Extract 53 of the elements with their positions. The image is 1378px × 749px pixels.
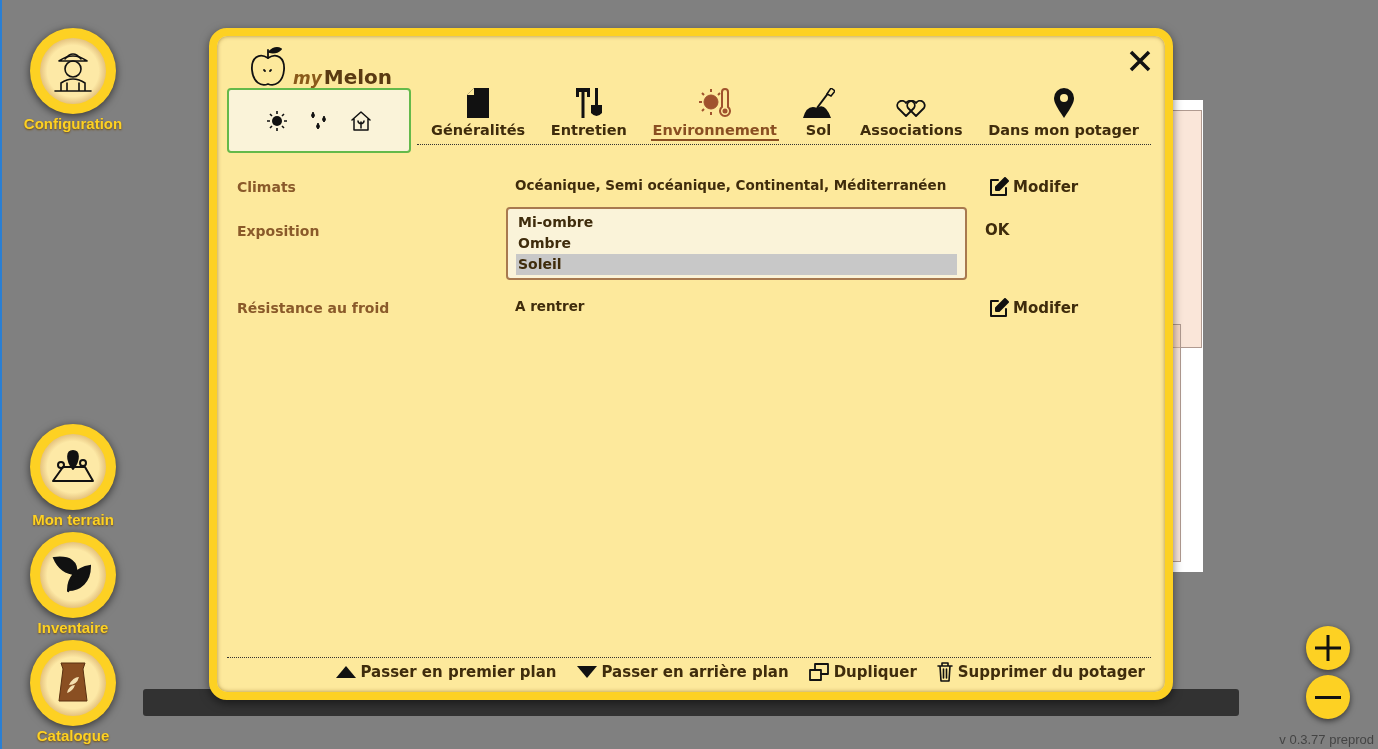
list-option[interactable]: Ombre: [516, 233, 957, 254]
down-triangle-icon: [576, 666, 597, 678]
list-option[interactable]: Mi-ombre: [516, 212, 957, 233]
water-drops-button[interactable]: [309, 109, 329, 132]
ok-button[interactable]: OK: [985, 221, 1010, 239]
up-triangle-icon: [335, 666, 356, 678]
location-pin-icon: [1053, 88, 1074, 118]
tab[interactable]: Environnement: [650, 88, 779, 141]
edit-icon: [989, 298, 1009, 318]
sidebar-button[interactable]: [30, 532, 116, 618]
plus-icon: [1313, 633, 1343, 663]
tab[interactable]: Dans mon potager: [986, 88, 1141, 141]
sidebar-button[interactable]: [30, 640, 116, 726]
field-value: Océanique, Semi océanique, Continental, Méditerranéen: [515, 177, 948, 193]
field-label: Exposition: [237, 222, 321, 239]
edit-button[interactable]: Modifer: [989, 298, 1079, 318]
apple-logo-icon: [249, 46, 287, 88]
sidebar-label: Inventaire: [37, 618, 109, 637]
sidebar-button[interactable]: [30, 424, 116, 510]
greenhouse-button[interactable]: [351, 110, 371, 131]
tab[interactable]: Associations: [858, 100, 965, 141]
app-logo-text: myMelon: [293, 67, 393, 88]
close-button[interactable]: [1129, 50, 1151, 72]
tab[interactable]: Généralités: [429, 88, 528, 141]
field-label: Climats: [237, 178, 297, 195]
version-text: v 0.3.77 preprod: [1279, 732, 1374, 747]
field-value: A rentrer: [515, 298, 586, 314]
footer-action-button[interactable]: Passer en arrière plan: [576, 662, 789, 682]
sidebar-label: Catalogue: [36, 726, 110, 745]
exposure-list[interactable]: Mi-ombre Ombre Soleil: [506, 207, 967, 280]
shovel-soil-icon: [802, 88, 835, 118]
footer-action-button[interactable]: Passer en premier plan: [335, 662, 557, 682]
footer-action-button[interactable]: Dupliquer: [808, 662, 917, 682]
minus-icon: [1315, 695, 1341, 699]
sidebar-label: Configuration: [23, 114, 123, 133]
hearts-icon: [895, 100, 928, 118]
field-label: Résistance au froid: [237, 299, 391, 316]
sun-button[interactable]: [267, 110, 287, 131]
sidebar-button[interactable]: [30, 28, 116, 114]
tab[interactable]: Entretien: [548, 88, 629, 141]
trash-icon: [936, 662, 953, 682]
zoom-in-button[interactable]: [1306, 626, 1350, 670]
list-option[interactable]: Soleil: [516, 254, 957, 275]
footer-action-button[interactable]: Supprimer du potager: [936, 662, 1145, 682]
zoom-out-button[interactable]: [1306, 675, 1350, 719]
edit-icon: [989, 177, 1009, 197]
duplicate-icon: [808, 663, 829, 681]
document-icon: [467, 88, 490, 118]
edit-button[interactable]: Modifer: [989, 177, 1079, 197]
tab[interactable]: Sol: [800, 88, 837, 141]
fork-shovel-icon: [573, 88, 604, 118]
sidebar-label: Mon terrain: [32, 510, 114, 529]
sun-thermometer-icon: [698, 88, 731, 118]
